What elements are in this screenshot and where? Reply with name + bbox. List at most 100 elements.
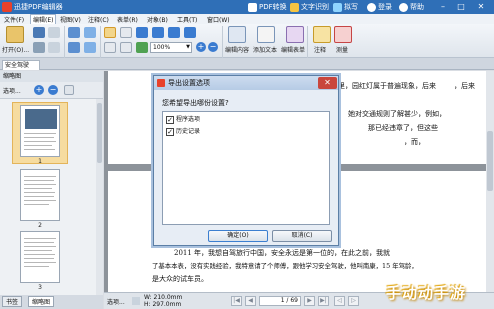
help-icon (399, 2, 408, 12)
annotate-button[interactable]: 注释 (314, 45, 326, 54)
rotate-icon[interactable] (184, 27, 196, 38)
scan-icon[interactable] (48, 27, 60, 38)
zoom-in-button[interactable]: + (196, 42, 206, 52)
thumbnail-page-1[interactable] (20, 105, 60, 157)
thumbnail-page-3[interactable] (20, 231, 60, 283)
add-page-icon[interactable] (136, 42, 148, 53)
edit-content-button[interactable]: 编辑内容 (225, 45, 249, 54)
screenshot-button[interactable]: 拟写 (333, 1, 358, 13)
option-history[interactable]: ✓ 历史记录 (166, 127, 200, 137)
add-text-button[interactable]: 添加文本 (253, 45, 277, 54)
cancel-button[interactable]: 取消(C) (272, 230, 332, 242)
hand-tool-icon[interactable] (104, 27, 116, 38)
option-program-settings[interactable]: ✓ 程序选项 (166, 115, 200, 125)
thumb-zoom-out-button[interactable]: − (48, 85, 58, 95)
next-page-button[interactable]: ▶ (304, 296, 315, 306)
crop-icon[interactable] (120, 42, 132, 53)
thumbnail-panel-title: 缩略图 (0, 71, 103, 82)
tab-bookmarks[interactable]: 书签 (2, 296, 23, 307)
chevron-down-icon: ▼ (186, 44, 190, 50)
minimize-button[interactable]: – (436, 1, 450, 13)
zoom-select[interactable]: 100% ▼ (150, 42, 192, 53)
actual-size-icon[interactable] (168, 27, 180, 38)
forward-view-button[interactable]: ▷ (348, 296, 359, 306)
app-title: 迅捷PDF编辑器 (14, 3, 63, 11)
page-text-line: 2011 年，我想自驾旅行中国，安全永远是第一位的，在此之前，我就 (174, 249, 391, 257)
ocr-button[interactable]: 文字识别 (290, 1, 329, 13)
close-window-button[interactable]: ✕ (474, 1, 488, 13)
first-page-button[interactable]: |◀ (231, 296, 242, 306)
dialog-close-button[interactable]: ✕ (318, 77, 337, 89)
menu-comment[interactable]: 注释(C) (88, 15, 109, 24)
print-icon[interactable] (33, 42, 45, 53)
measure-icon[interactable] (334, 26, 352, 43)
thumbnail-scrollbar[interactable] (96, 99, 103, 295)
page-text-line: 是大众的试车员。 (152, 275, 208, 283)
edit-form-icon[interactable] (286, 26, 304, 43)
back-icon[interactable] (68, 27, 80, 38)
thumbnail-options[interactable]: 选项... (3, 86, 21, 95)
page-text-line: 了基本本表，没有实践经验，我特意请了个师傅，跟他学习安全驾驶，他叫南康，15 年… (152, 262, 418, 270)
menu-object[interactable]: 对象(B) (147, 15, 168, 24)
open-button[interactable]: 打开(O)... (2, 45, 29, 54)
back-view-button[interactable]: ◁ (334, 296, 345, 306)
document-tab-bar (0, 58, 494, 70)
page-width: W: 210.0mm (144, 294, 183, 301)
app-logo-icon (2, 2, 12, 12)
pdf-icon (248, 2, 257, 12)
page-text-line: ，而， (404, 138, 425, 146)
redo-icon[interactable] (84, 42, 96, 53)
camera-icon (333, 2, 342, 12)
help-button[interactable]: 帮助 (399, 1, 424, 13)
tab-thumbnails[interactable]: 缩略图 (28, 296, 55, 307)
thumbnail-toolbar: 选项... + − (0, 82, 103, 99)
thumb-settings-icon[interactable] (64, 85, 74, 95)
fit-width-icon[interactable] (136, 27, 148, 38)
login-button[interactable]: 登录 (367, 1, 392, 13)
status-options[interactable]: 选项... (107, 297, 125, 306)
thumbnail-page-number: 3 (38, 284, 42, 291)
email-icon[interactable] (48, 42, 60, 53)
dialog-title-bar: 导出设置选项 (154, 76, 338, 90)
thumbnail-photo (25, 109, 57, 129)
document-scrollbar[interactable] (486, 71, 494, 292)
forward-icon[interactable] (68, 42, 80, 53)
thumbnail-panel: 缩略图 选项... + − 1 2 3 (0, 71, 103, 295)
checkbox-checked-icon[interactable]: ✓ (166, 127, 174, 136)
select-text-icon[interactable] (104, 42, 116, 53)
maximize-button[interactable]: □ (454, 1, 468, 13)
document-tab[interactable]: 安全驾驶 (2, 60, 40, 70)
user-icon (367, 2, 376, 12)
add-text-icon[interactable] (257, 26, 275, 43)
prev-page-button[interactable]: ◀ (245, 296, 256, 306)
ocr-icon (290, 2, 299, 12)
thumb-zoom-in-button[interactable]: + (34, 85, 44, 95)
menu-form[interactable]: 表单(R) (117, 15, 138, 24)
menu-bar: 文件(F) 编辑(E) 视图(V) 注释(C) 表单(R) 对象(B) 工具(T… (0, 14, 494, 25)
menu-window[interactable]: 窗口(W) (207, 15, 230, 24)
pdf-convert-button[interactable]: PDF转换 (248, 1, 287, 13)
last-page-button[interactable]: ▶| (318, 296, 329, 306)
page-size-icon (132, 297, 140, 305)
page-height: H: 297.0mm (144, 301, 182, 308)
edit-form-button[interactable]: 编辑表单 (281, 45, 305, 54)
menu-file[interactable]: 文件(F) (4, 15, 24, 24)
annotate-icon[interactable] (313, 26, 331, 43)
page-text-line: ，后来 (454, 82, 475, 90)
fit-page-icon[interactable] (152, 27, 164, 38)
zoom-out-button[interactable]: − (208, 42, 218, 52)
save-icon[interactable] (33, 27, 45, 38)
ok-button[interactable]: 确定(O) (208, 230, 268, 242)
menu-tools[interactable]: 工具(T) (177, 15, 197, 24)
page-number-input[interactable]: 1 / 69 (259, 296, 301, 306)
open-folder-icon[interactable] (6, 26, 24, 43)
measure-button[interactable]: 测量 (336, 45, 348, 54)
edit-content-icon[interactable] (228, 26, 246, 43)
checkbox-checked-icon[interactable]: ✓ (166, 115, 174, 124)
watermark-logo: 手动动手游 (386, 284, 467, 302)
snapshot-icon[interactable] (120, 27, 132, 38)
thumbnail-page-2[interactable] (20, 169, 60, 221)
undo-icon[interactable] (84, 27, 96, 38)
menu-view[interactable]: 视图(V) (60, 15, 81, 24)
left-panel-tabs: 书签 缩略图 (0, 295, 103, 309)
